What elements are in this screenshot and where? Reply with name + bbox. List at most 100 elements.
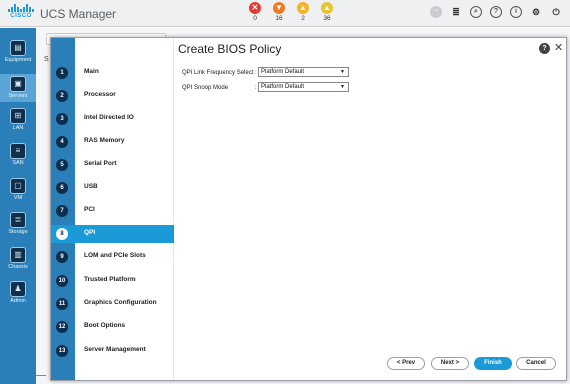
san-icon: ≡ [10, 143, 26, 159]
critical-icon: ✕ [249, 2, 261, 14]
cisco-logo: CISCO [6, 4, 36, 22]
select-value: Platform Default [261, 69, 305, 75]
chassis-icon: ▥ [10, 247, 26, 263]
step-number: 1 [56, 67, 68, 79]
fault-summary: ✕ 0 ▼ 16 ▲ 2 ▲ 36 [247, 2, 335, 23]
step-boot-options[interactable]: 12 Boot Options [51, 318, 174, 336]
step-label: Intel Directed IO [84, 114, 134, 121]
exit-icon[interactable]: ⏻ [550, 6, 562, 18]
qpi-link-frequency-select[interactable]: Platform Default ▼ [258, 67, 349, 77]
fault-minor[interactable]: ▲ 2 [295, 2, 311, 23]
fault-warning[interactable]: ▲ 36 [319, 2, 335, 23]
cancel-button[interactable]: Cancel [516, 357, 556, 370]
select-value: Platform Default [261, 84, 305, 90]
menu-icon[interactable]: ≣ [450, 6, 462, 18]
dropdown-arrow-icon: ▼ [340, 69, 345, 75]
step-usb[interactable]: 6 USB [51, 179, 174, 197]
nav-chassis[interactable]: ▥ Chassis [0, 247, 36, 271]
nav-label: SAN [12, 160, 24, 166]
fault-count: 36 [323, 15, 331, 22]
step-pci[interactable]: 7 PCI [51, 202, 174, 220]
step-label: LOM and PCIe Slots [84, 252, 146, 259]
step-label: QPI [84, 229, 96, 236]
lan-icon: ⊞ [10, 108, 26, 124]
nav-equipment[interactable]: ▤ Equipment [0, 40, 36, 64]
nav-label: VM [13, 195, 23, 201]
finish-button[interactable]: Finish [474, 357, 512, 370]
toolbar: ◔ ≣ ⌕ ? i ⚙ ⏻ [430, 6, 562, 18]
nav-storage[interactable]: ≣ Storage [0, 212, 36, 236]
fault-count: 2 [301, 15, 305, 22]
step-label: Trusted Platform [84, 276, 136, 283]
step-server-management[interactable]: 13 Server Management [51, 342, 174, 360]
wizard-steps: 1 Main 2 Processor 3 Intel Directed IO 4… [51, 38, 174, 380]
settings-icon[interactable]: ⚙ [530, 6, 542, 18]
step-number: 4 [56, 136, 68, 148]
step-qpi[interactable]: 8 QPI [51, 225, 174, 243]
step-label: RAS Memory [84, 137, 125, 144]
nav-vm[interactable]: ▢ VM [0, 178, 36, 202]
step-number: 11 [56, 298, 68, 310]
dropdown-arrow-icon: ▼ [340, 84, 345, 90]
step-intel-directed-io[interactable]: 3 Intel Directed IO [51, 110, 174, 128]
warning-icon: ▲ [321, 2, 333, 14]
step-label: Processor [84, 91, 116, 98]
step-lom-and-pcie-slots[interactable]: 9 LOM and PCIe Slots [51, 248, 174, 266]
divider [36, 375, 46, 376]
field-colon: : [255, 85, 257, 91]
step-label: Graphics Configuration [84, 299, 157, 306]
help-icon[interactable]: ? [539, 43, 550, 54]
qpi-snoop-mode-select[interactable]: Platform Default ▼ [258, 82, 349, 92]
step-main[interactable]: 1 Main [51, 64, 174, 82]
step-graphics-configuration[interactable]: 11 Graphics Configuration [51, 295, 174, 313]
search-icon[interactable]: ⌕ [470, 6, 482, 18]
step-label: Main [84, 68, 99, 75]
step-number: 9 [56, 251, 68, 263]
help-icon[interactable]: ? [490, 6, 502, 18]
next-button[interactable]: Next > [431, 357, 469, 370]
step-number: 8 [56, 228, 68, 240]
info-icon[interactable]: i [510, 6, 522, 18]
app-title: UCS Manager [40, 7, 117, 21]
prev-button[interactable]: < Prev [387, 357, 425, 370]
qpi-link-frequency-label: QPI Link Frequency Select : [182, 70, 257, 76]
step-number: 6 [56, 182, 68, 194]
create-bios-policy-dialog: 1 Main 2 Processor 3 Intel Directed IO 4… [50, 37, 567, 381]
left-nav: ▤ Equipment ▣ Servers ⊞ LAN ≡ SAN ▢ VM ≣… [0, 28, 36, 384]
admin-icon: ♟ [10, 281, 26, 297]
nav-label: LAN [12, 125, 24, 131]
step-label: Serial Port [84, 160, 117, 167]
servers-icon: ▣ [10, 76, 26, 92]
step-number: 7 [56, 205, 68, 217]
step-number: 2 [56, 90, 68, 102]
fault-count: 16 [275, 15, 283, 22]
top-bar: CISCO UCS Manager ✕ 0 ▼ 16 ▲ 2 ▲ 36 ◔ ≣ … [0, 0, 570, 27]
step-processor[interactable]: 2 Processor [51, 87, 174, 105]
nav-admin[interactable]: ♟ Admin [0, 281, 36, 305]
vm-icon: ▢ [10, 178, 26, 194]
close-icon[interactable]: ✕ [554, 41, 563, 54]
step-label: PCI [84, 206, 95, 213]
step-ras-memory[interactable]: 4 RAS Memory [51, 133, 174, 151]
step-number: 5 [56, 159, 68, 171]
nav-lan[interactable]: ⊞ LAN [0, 108, 36, 132]
dialog-title: Create BIOS Policy [178, 42, 282, 56]
step-number: 13 [56, 345, 68, 357]
fault-major[interactable]: ▼ 16 [271, 2, 287, 23]
equipment-icon: ▤ [10, 40, 26, 56]
status-icon[interactable]: ◔ [430, 6, 442, 18]
fault-critical[interactable]: ✕ 0 [247, 2, 263, 23]
nav-servers[interactable]: ▣ Servers [0, 74, 36, 102]
minor-icon: ▲ [297, 2, 309, 14]
nav-label: Chassis [8, 264, 28, 270]
nav-san[interactable]: ≡ SAN [0, 143, 36, 167]
nav-label: Equipment [4, 57, 32, 63]
step-serial-port[interactable]: 5 Serial Port [51, 156, 174, 174]
qpi-snoop-mode-label: QPI Snoop Mode [182, 85, 229, 91]
step-label: Server Management [84, 346, 146, 353]
step-label: USB [84, 183, 98, 190]
step-label: Boot Options [84, 322, 126, 329]
step-trusted-platform[interactable]: 10 Trusted Platform [51, 272, 174, 290]
nav-label: Servers [8, 93, 28, 99]
major-icon: ▼ [273, 2, 285, 14]
